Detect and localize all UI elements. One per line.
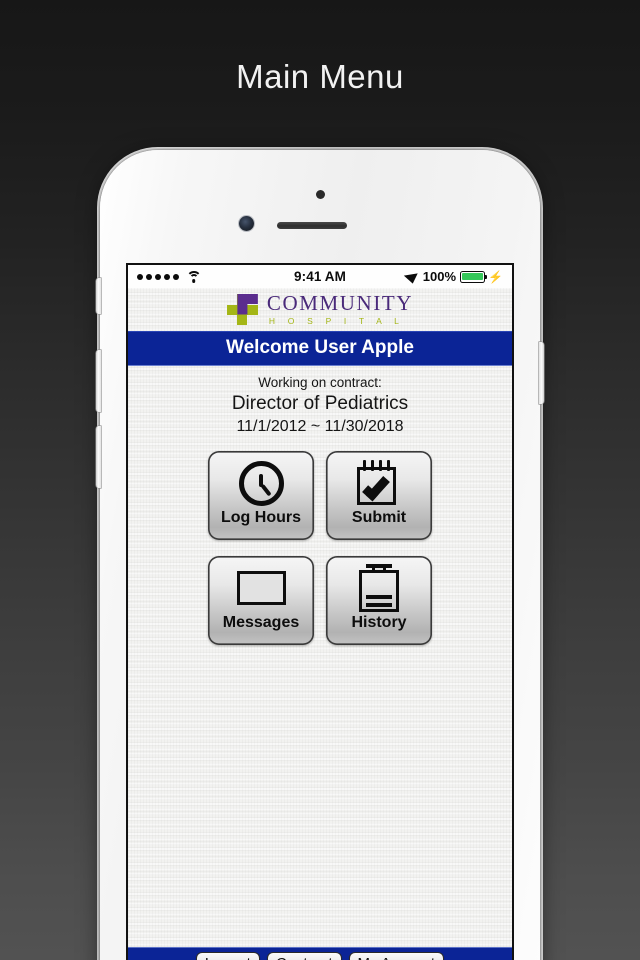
front-camera-icon bbox=[239, 216, 254, 231]
logo-name-main: COMMUNITY bbox=[266, 291, 414, 316]
logo-name-sub: H O S P I T A L bbox=[268, 316, 405, 327]
power-button[interactable] bbox=[539, 342, 544, 404]
my-account-button[interactable]: My Account bbox=[348, 951, 445, 960]
status-bar-right-group: 100% ⚡ bbox=[403, 269, 503, 284]
contract-title: Director of Pediatrics bbox=[231, 393, 409, 414]
menu-button-label: Log Hours bbox=[221, 509, 301, 526]
menu-button-label: Submit bbox=[351, 509, 407, 526]
medical-cross-icon bbox=[226, 294, 258, 325]
notepad-check-icon bbox=[356, 457, 403, 509]
menu-button-submit[interactable]: Submit bbox=[326, 451, 432, 540]
phone-device-frame: 9:41 AM 100% ⚡ COMMUNITY H O S P I T A L… bbox=[96, 147, 544, 960]
hospital-logo: COMMUNITY H O S P I T A L bbox=[128, 288, 512, 331]
silent-switch-button[interactable] bbox=[96, 278, 101, 314]
menu-button-history[interactable]: History bbox=[326, 556, 432, 645]
menu-button-label: Messages bbox=[222, 614, 300, 631]
volume-down-button[interactable] bbox=[96, 426, 101, 488]
status-bar: 9:41 AM 100% ⚡ bbox=[128, 265, 512, 288]
logout-button[interactable]: Logout bbox=[195, 951, 260, 960]
battery-icon bbox=[460, 270, 488, 283]
proximity-sensor-icon bbox=[316, 190, 325, 199]
charging-bolt-icon: ⚡ bbox=[488, 269, 503, 284]
contract-button[interactable]: Contract bbox=[266, 951, 342, 960]
bottom-toolbar: Logout Contract My Account bbox=[128, 947, 512, 960]
envelope-icon bbox=[236, 562, 286, 614]
menu-button-label: History bbox=[351, 614, 407, 631]
menu-button-messages[interactable]: Messages bbox=[208, 556, 314, 645]
location-arrow-icon bbox=[403, 269, 422, 284]
contract-info: Working on contract: Director of Pediatr… bbox=[128, 366, 512, 436]
phone-screen: 9:41 AM 100% ⚡ COMMUNITY H O S P I T A L… bbox=[128, 265, 512, 960]
earpiece-speaker-icon bbox=[277, 222, 347, 229]
main-menu-grid: Log Hours Submit Messages History bbox=[128, 451, 512, 645]
page-title: Main Menu bbox=[236, 58, 404, 95]
battery-percent-label: 100% bbox=[422, 269, 457, 284]
welcome-banner: Welcome User Apple bbox=[128, 331, 512, 366]
clock-icon bbox=[238, 457, 284, 509]
menu-button-log-hours[interactable]: Log Hours bbox=[208, 451, 314, 540]
app-content: COMMUNITY H O S P I T A L Welcome User A… bbox=[128, 288, 512, 960]
volume-up-button[interactable] bbox=[96, 350, 101, 412]
contract-dates: 11/1/2012 ~ 11/30/2018 bbox=[236, 418, 404, 435]
clipboard-icon bbox=[359, 562, 399, 614]
contract-label: Working on contract: bbox=[258, 375, 382, 390]
